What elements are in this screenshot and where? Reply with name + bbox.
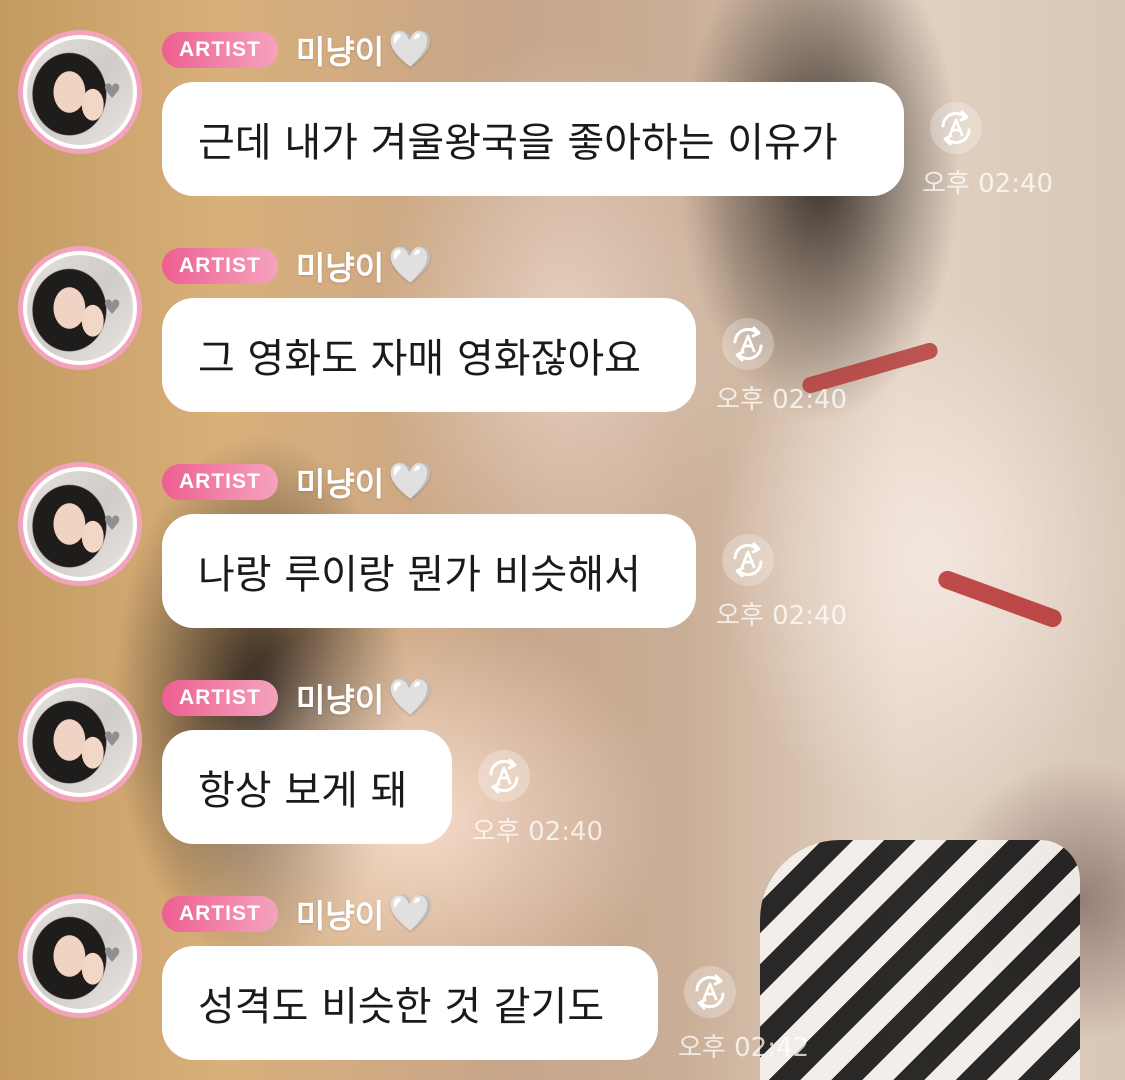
artist-avatar[interactable]: ♥	[18, 894, 142, 1018]
message-text: 그 영화도 자매 영화잖아요	[198, 336, 641, 382]
message-bubble[interactable]: 항상 보게 돼	[162, 730, 452, 844]
message-text: 근데 내가 겨울왕국을 좋아하는 이유가	[198, 120, 838, 166]
avatar-image: ♥	[23, 899, 137, 1013]
message-time: 오후 02:42	[678, 1033, 810, 1063]
chat-message: ♥ ARTIST 미냥이 🤍 나랑 루이랑 뭔가 비슷해서 오후 02:40	[0, 432, 1125, 632]
message-header: ARTIST 미냥이 🤍	[162, 459, 433, 505]
heart-icon: 🤍	[388, 677, 433, 718]
message-bubble[interactable]: 성격도 비슷한 것 같기도	[162, 946, 658, 1060]
sender-name[interactable]: 미냥이	[296, 675, 384, 721]
avatar-image: ♥	[23, 467, 137, 581]
heart-icon: 🤍	[388, 29, 433, 70]
heart-icon: ♥	[103, 295, 121, 319]
message-header: ARTIST 미냥이 🤍	[162, 891, 433, 937]
artist-badge: ARTIST	[162, 896, 278, 932]
translate-icon[interactable]	[722, 534, 774, 586]
heart-icon: ♥	[103, 511, 121, 535]
heart-icon: 🤍	[388, 893, 433, 934]
artist-badge: ARTIST	[162, 32, 278, 68]
artist-avatar[interactable]: ♥	[18, 678, 142, 802]
message-bubble[interactable]: 나랑 루이랑 뭔가 비슷해서	[162, 514, 696, 628]
message-time: 오후 02:40	[716, 385, 848, 415]
heart-icon: ♥	[103, 943, 121, 967]
message-text: 항상 보게 돼	[198, 768, 408, 814]
message-time: 오후 02:40	[922, 169, 1054, 199]
sender-name[interactable]: 미냥이	[296, 27, 384, 73]
artist-badge: ARTIST	[162, 464, 278, 500]
heart-icon: ♥	[103, 79, 121, 103]
message-text: 성격도 비슷한 것 같기도	[198, 984, 605, 1030]
avatar-image: ♥	[23, 35, 137, 149]
chat-message: ♥ ARTIST 미냥이 🤍 항상 보게 돼 오후 02:40	[0, 648, 1125, 848]
message-text: 나랑 루이랑 뭔가 비슷해서	[198, 552, 641, 598]
heart-icon: ♥	[103, 727, 121, 751]
heart-icon: 🤍	[388, 461, 433, 502]
avatar-image: ♥	[23, 683, 137, 797]
message-time: 오후 02:40	[716, 601, 848, 631]
artist-badge: ARTIST	[162, 680, 278, 716]
translate-icon[interactable]	[722, 318, 774, 370]
avatar-image: ♥	[23, 251, 137, 365]
chat-message: ♥ ARTIST 미냥이 🤍 그 영화도 자매 영화잖아요 오후 02:40	[0, 216, 1125, 416]
artist-avatar[interactable]: ♥	[18, 246, 142, 370]
chat-message: ♥ ARTIST 미냥이 🤍 성격도 비슷한 것 같기도 오후 02:42	[0, 864, 1125, 1064]
artist-avatar[interactable]: ♥	[18, 30, 142, 154]
sender-name[interactable]: 미냥이	[296, 243, 384, 289]
translate-icon[interactable]	[930, 102, 982, 154]
sender-name[interactable]: 미냥이	[296, 459, 384, 505]
artist-badge: ARTIST	[162, 248, 278, 284]
translate-icon[interactable]	[684, 966, 736, 1018]
sender-name[interactable]: 미냥이	[296, 891, 384, 937]
translate-icon[interactable]	[478, 750, 530, 802]
message-header: ARTIST 미냥이 🤍	[162, 27, 433, 73]
message-header: ARTIST 미냥이 🤍	[162, 243, 433, 289]
heart-icon: 🤍	[388, 245, 433, 286]
message-bubble[interactable]: 그 영화도 자매 영화잖아요	[162, 298, 696, 412]
message-header: ARTIST 미냥이 🤍	[162, 675, 433, 721]
message-time: 오후 02:40	[472, 817, 604, 847]
artist-avatar[interactable]: ♥	[18, 462, 142, 586]
chat-message: ♥ ARTIST 미냥이 🤍 근데 내가 겨울왕국을 좋아하는 이유가 오후 0…	[0, 0, 1125, 200]
message-bubble[interactable]: 근데 내가 겨울왕국을 좋아하는 이유가	[162, 82, 904, 196]
